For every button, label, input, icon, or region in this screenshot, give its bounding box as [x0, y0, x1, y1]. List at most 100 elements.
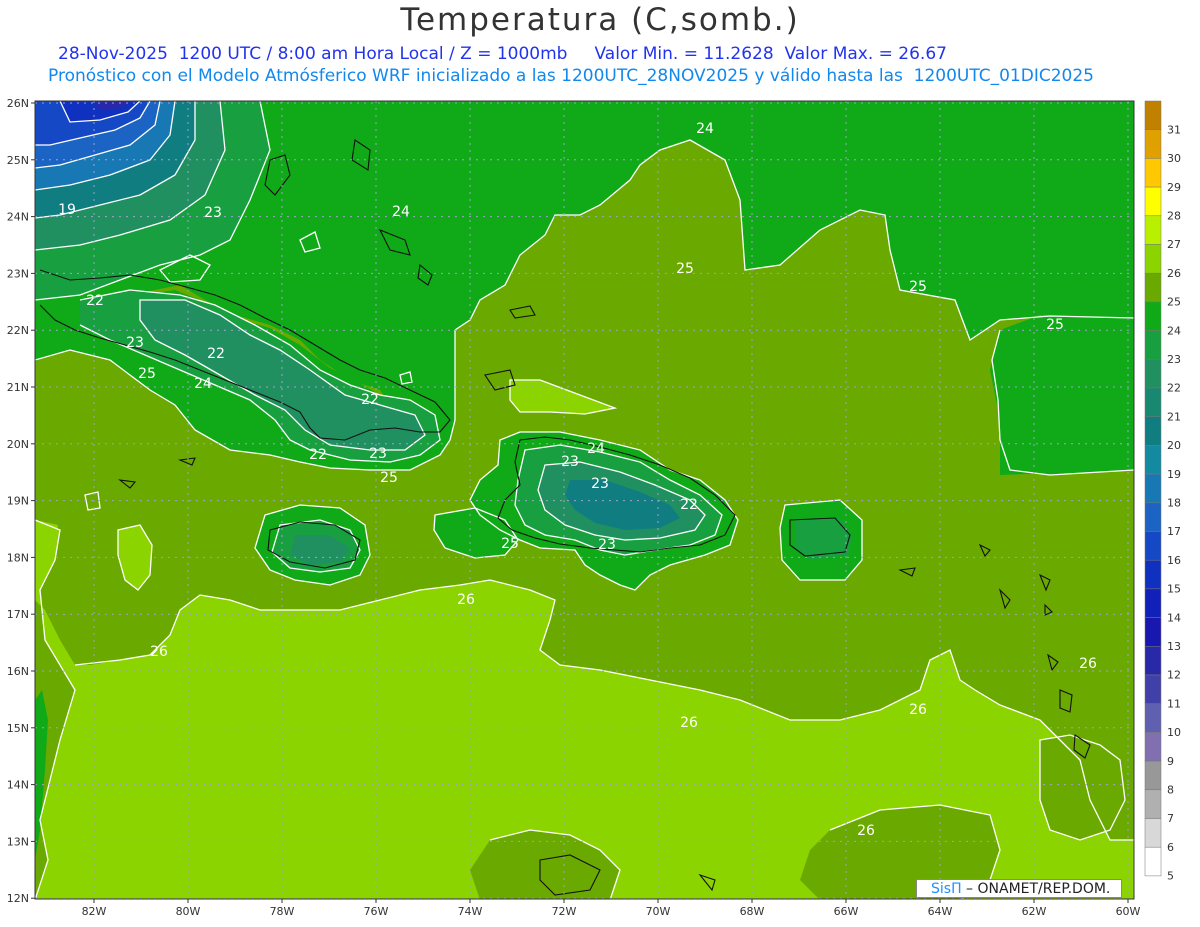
lat-label: 13N: [7, 835, 29, 848]
colorbar-swatch: [1144, 846, 1162, 877]
contour-label: 19: [58, 202, 76, 218]
colorbar-swatch: [1144, 129, 1162, 159]
colorbar-label: 28: [1167, 209, 1181, 222]
lat-label: 15N: [7, 722, 29, 735]
colorbar-label: 19: [1167, 468, 1181, 481]
colorbar-label: 21: [1167, 410, 1181, 423]
colorbar-label: 10: [1167, 726, 1181, 739]
contour-label: 26: [680, 715, 698, 731]
credit-text: – ONAMET/REP.DOM.: [961, 881, 1111, 897]
lat-label: 16N: [7, 665, 29, 678]
latitude-axis: 26N 25N 24N 23N 22N 21N 20N 19N 18N 17N 16N 15N 14N 1…: [7, 97, 35, 905]
colorbar-label: 15: [1167, 583, 1181, 596]
lat-label: 21N: [7, 381, 29, 394]
colorbar-swatch: [1144, 818, 1162, 848]
lon-label: 78W: [270, 905, 295, 918]
colorbar-label: 13: [1167, 640, 1181, 653]
lon-label: 68W: [740, 905, 765, 918]
lat-label: 18N: [7, 551, 29, 564]
colorbar-swatch: [1144, 789, 1162, 819]
contour-label: 23: [598, 537, 616, 553]
colorbar-swatch: [1144, 559, 1162, 590]
colorbar-label: 18: [1167, 496, 1181, 509]
contour-label: 25: [138, 366, 156, 382]
contour-label: 25: [676, 261, 694, 277]
colorbar-label: 12: [1167, 669, 1181, 682]
contour-label: 24: [194, 376, 212, 392]
colorbar-swatch: [1144, 617, 1162, 647]
contour-label: 25: [1046, 317, 1064, 333]
contour-label: 26: [909, 702, 927, 718]
colorbar-label: 22: [1167, 382, 1181, 395]
contour-label: 25: [380, 470, 398, 486]
colorbar-swatch: [1144, 215, 1162, 245]
colorbar-label: 24: [1167, 324, 1181, 337]
colorbar-label: 11: [1167, 697, 1181, 710]
contour-label: 23: [561, 454, 579, 470]
colorbar-swatch: [1144, 100, 1162, 130]
colorbar-label: 20: [1167, 439, 1181, 452]
colorbar-swatch: [1144, 330, 1162, 360]
colorbar-label: 5: [1167, 870, 1174, 883]
colorbar-swatch: [1144, 186, 1162, 217]
contour-label: 24: [696, 121, 714, 137]
lat-label: 19N: [7, 495, 29, 508]
colorbar-label: 6: [1167, 841, 1174, 854]
colorbar-label: 7: [1167, 812, 1174, 825]
colorbar-swatch: [1144, 359, 1162, 389]
lon-label: 70W: [646, 905, 671, 918]
credit-box: SisΠ – ONAMET/REP.DOM.: [916, 879, 1122, 898]
colorbar-swatch: [1144, 301, 1162, 331]
lon-label: 72W: [552, 905, 577, 918]
colorbar-swatch: [1144, 674, 1162, 704]
contour-label: 26: [1079, 656, 1097, 672]
color-scale-bar: 31 30 29 28 27 26 25 24 23 22 21 20 19 18 17 16 15 14 13 12…: [1144, 100, 1181, 883]
lon-label: 80W: [176, 905, 201, 918]
contour-label: 23: [126, 335, 144, 351]
colorbar-label: 30: [1167, 152, 1181, 165]
lon-label: 82W: [82, 905, 107, 918]
colorbar-label: 31: [1167, 123, 1181, 136]
lon-label: 64W: [928, 905, 953, 918]
colorbar-label: 8: [1167, 783, 1174, 796]
contour-label: 22: [361, 392, 379, 408]
colorbar-swatch: [1144, 502, 1162, 532]
contour-label: 22: [680, 497, 698, 513]
contour-label: 23: [204, 205, 222, 221]
lat-label: 22N: [7, 324, 29, 337]
colorbar-swatch: [1144, 588, 1162, 618]
colorbar-label: 16: [1167, 554, 1181, 567]
temperature-map: 19 23 24 24 25 25 25 22 23 22 25 24 22 22 23 25 24 23 23 22…: [7, 97, 1181, 918]
colorbar-label: 23: [1167, 353, 1181, 366]
lon-label: 62W: [1022, 905, 1047, 918]
lat-label: 24N: [7, 211, 29, 224]
sispi-logo-text: SisΠ: [931, 881, 962, 897]
temperature-band-24-ne: [992, 316, 1134, 475]
contour-label: 23: [591, 476, 609, 492]
lat-label: 23N: [7, 267, 29, 280]
colorbar-label: 26: [1167, 267, 1181, 280]
colorbar-label: 17: [1167, 525, 1181, 538]
lat-label: 25N: [7, 154, 29, 167]
contour-label: 24: [587, 441, 605, 457]
colorbar-swatch: [1144, 445, 1162, 475]
contour-label: 23: [369, 446, 387, 462]
lat-label: 20N: [7, 438, 29, 451]
colorbar-swatch: [1144, 703, 1162, 733]
colorbar-swatch: [1144, 244, 1162, 274]
colorbar-swatch: [1144, 646, 1162, 676]
longitude-axis: 82W 80W 78W 76W 74W 72W 70W 68W 66W 64W 62W 60W: [82, 899, 1141, 918]
lon-label: 60W: [1116, 905, 1141, 918]
colorbar-swatch: [1144, 760, 1162, 791]
lon-label: 76W: [364, 905, 389, 918]
contour-label: 22: [86, 293, 104, 309]
contour-label: 22: [309, 447, 327, 463]
colorbar-label: 29: [1167, 181, 1181, 194]
colorbar-swatch: [1144, 416, 1162, 446]
lat-label: 14N: [7, 779, 29, 792]
colorbar-label: 9: [1167, 755, 1174, 768]
colorbar-swatch: [1144, 387, 1162, 417]
colorbar-label: 27: [1167, 238, 1181, 251]
colorbar-swatch: [1144, 732, 1162, 762]
lat-label: 17N: [7, 608, 29, 621]
